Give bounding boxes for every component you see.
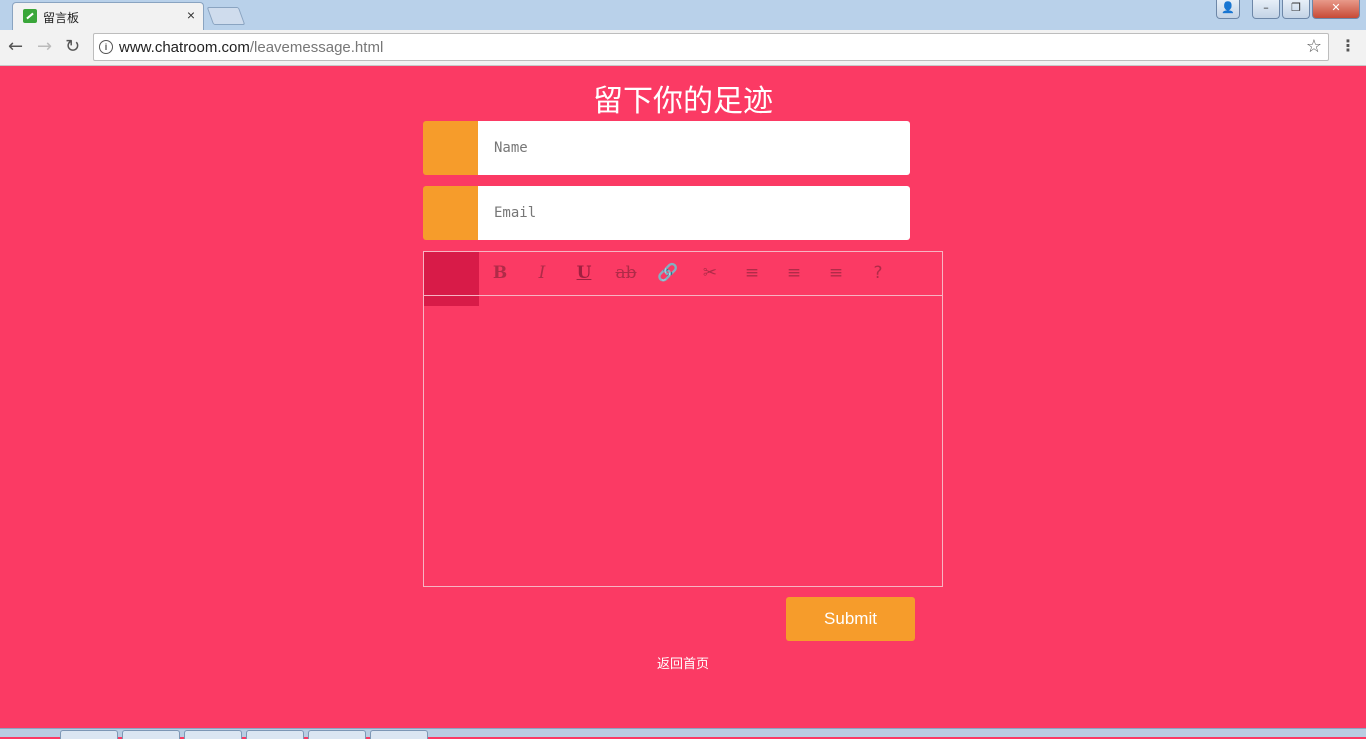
editor-toolbar: B I U ab 🔗 ✂ ≡ ≡ ≡ ? (424, 252, 942, 296)
email-input[interactable] (478, 186, 910, 240)
link-icon[interactable]: 🔗 (656, 261, 680, 285)
address-bar[interactable]: i www.chatroom.com/leavemessage.html ☆ (93, 33, 1329, 61)
minimize-button[interactable]: – (1252, 0, 1280, 19)
message-editor: B I U ab 🔗 ✂ ≡ ≡ ≡ ? (423, 251, 943, 587)
message-textarea[interactable] (424, 296, 942, 586)
strikethrough-icon[interactable]: ab (614, 261, 638, 285)
align-center-icon[interactable]: ≡ (782, 261, 806, 285)
url-text[interactable]: www.chatroom.com/leavemessage.html (119, 39, 383, 56)
align-right-icon[interactable]: ≡ (824, 261, 848, 285)
tab-title: 留言板 (43, 11, 80, 25)
submit-button[interactable]: Submit (786, 597, 915, 641)
back-to-home-link[interactable]: 返回首页 (0, 653, 1366, 672)
bold-icon[interactable]: B (488, 261, 512, 285)
email-field-group (423, 186, 910, 240)
close-window-button[interactable]: ✕ (1312, 0, 1360, 19)
reload-icon[interactable]: ↻ (65, 36, 80, 57)
profile-button[interactable]: 👤 (1216, 0, 1240, 19)
taskbar-app-5[interactable] (308, 730, 366, 739)
new-tab-button[interactable] (206, 7, 246, 25)
italic-icon[interactable]: I (530, 261, 554, 285)
window-controls: 👤 – ❐ ✕ (1216, 0, 1360, 19)
browser-titlebar: 留言板 × 👤 – ❐ ✕ (0, 0, 1366, 30)
taskbar-app-2[interactable] (122, 730, 180, 739)
taskbar-app-6[interactable] (370, 730, 428, 739)
taskbar-app-1[interactable] (60, 730, 118, 739)
maximize-button[interactable]: ❐ (1282, 0, 1310, 19)
email-field-addon (423, 186, 478, 240)
browser-tab[interactable]: 留言板 × (12, 2, 204, 30)
name-input[interactable] (478, 121, 910, 175)
browser-menu-icon[interactable]: ⋮ (1340, 36, 1356, 56)
site-info-icon[interactable]: i (99, 40, 113, 54)
name-field-group (423, 121, 910, 175)
url-host: www.chatroom.com (119, 39, 250, 56)
help-icon[interactable]: ? (866, 261, 890, 285)
align-left-icon[interactable]: ≡ (740, 261, 764, 285)
underline-icon[interactable]: U (572, 261, 596, 285)
forward-arrow-icon[interactable]: → (37, 36, 52, 57)
name-field-addon (423, 121, 478, 175)
browser-toolbar: ← → ↻ i www.chatroom.com/leavemessage.ht… (0, 30, 1366, 66)
unlink-icon[interactable]: ✂ (698, 261, 722, 285)
bookmark-star-icon[interactable]: ☆ (1306, 36, 1322, 57)
taskbar-app-3[interactable] (184, 730, 242, 739)
back-arrow-icon[interactable]: ← (8, 36, 23, 57)
tab-close-icon[interactable]: × (187, 7, 195, 23)
page-title: 留下你的足迹 (593, 84, 773, 119)
site-favicon-icon (23, 9, 37, 23)
url-path: /leavemessage.html (249, 39, 384, 56)
taskbar-app-4[interactable] (246, 730, 304, 739)
